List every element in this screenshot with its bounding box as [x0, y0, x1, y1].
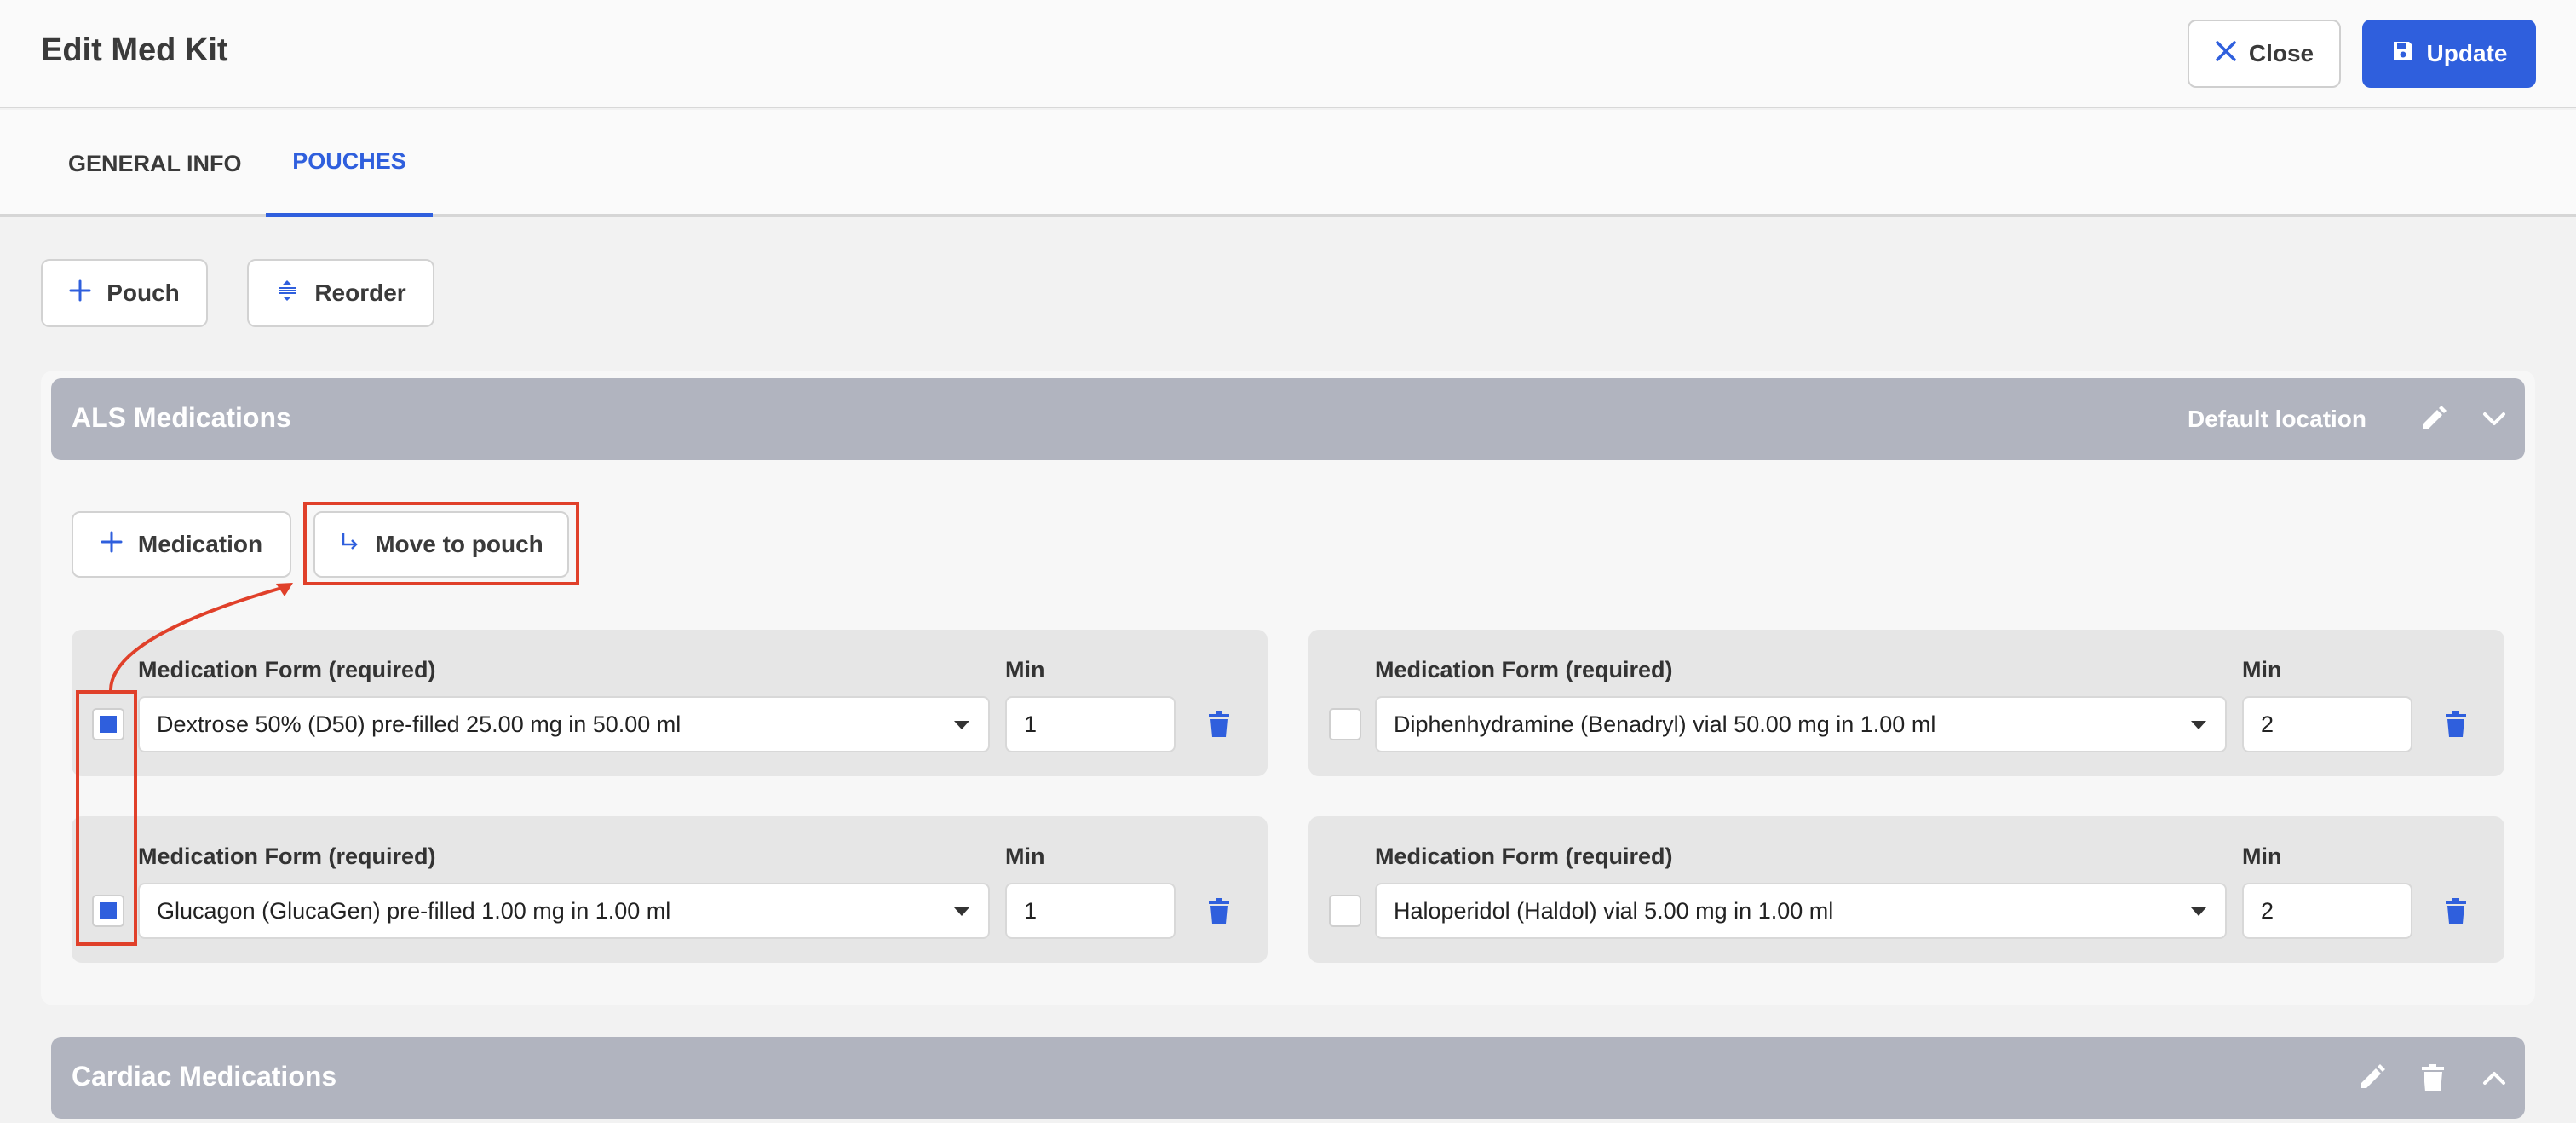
- pouch-header-cardiac[interactable]: Cardiac Medications: [51, 1037, 2525, 1119]
- medication-checkbox[interactable]: [92, 708, 124, 740]
- min-input[interactable]: 2: [2242, 883, 2412, 939]
- medication-form-select[interactable]: Glucagon (GlucaGen) pre-filled 1.00 mg i…: [138, 883, 990, 939]
- plus-icon: [101, 531, 123, 559]
- page-title: Edit Med Kit: [41, 32, 228, 68]
- page-header: Edit Med Kit Close Update: [0, 0, 2576, 108]
- close-button[interactable]: Close: [2188, 20, 2341, 88]
- medication-form-select[interactable]: Haloperidol (Haldol) vial 5.00 mg in 1.0…: [1375, 883, 2227, 939]
- medication-checkbox[interactable]: [1329, 895, 1361, 927]
- pouch-location: Default location: [2188, 406, 2367, 432]
- medication-form-select[interactable]: Diphenhydramine (Benadryl) vial 50.00 mg…: [1375, 696, 2227, 752]
- medication-form-value: Haloperidol (Haldol) vial 5.00 mg in 1.0…: [1394, 897, 1834, 924]
- medication-card: Medication Form (required) Dextrose 50% …: [72, 630, 1268, 776]
- medication-card: Medication Form (required) Haloperidol (…: [1308, 816, 2504, 963]
- min-input[interactable]: 2: [2242, 696, 2412, 752]
- tab-general-info-label: GENERAL INFO: [68, 150, 242, 176]
- dropdown-arrow-icon: [2191, 721, 2206, 729]
- pouch-header-als[interactable]: ALS Medications Default location: [51, 378, 2525, 460]
- trash-icon[interactable]: [2440, 708, 2472, 740]
- medication-form-value: Dextrose 50% (D50) pre-filled 25.00 mg i…: [157, 711, 681, 737]
- medication-form-select[interactable]: Dextrose 50% (D50) pre-filled 25.00 mg i…: [138, 696, 990, 752]
- tab-pouches-label: POUCHES: [292, 148, 406, 174]
- save-icon: [2391, 39, 2415, 69]
- add-medication-label: Medication: [137, 531, 263, 557]
- min-label: Min: [1005, 657, 1045, 682]
- min-label: Min: [2242, 657, 2282, 682]
- medication-form-label: Medication Form (required): [138, 844, 436, 869]
- update-button[interactable]: Update: [2362, 20, 2536, 88]
- tab-pouches[interactable]: POUCHES: [266, 110, 433, 217]
- medication-card: Medication Form (required) Diphenhydrami…: [1308, 630, 2504, 776]
- medication-form-value: Glucagon (GlucaGen) pre-filled 1.00 mg i…: [157, 897, 671, 924]
- min-input[interactable]: 1: [1005, 883, 1176, 939]
- dropdown-arrow-icon: [954, 907, 969, 916]
- tab-bar: GENERAL INFO POUCHES: [0, 110, 2576, 217]
- trash-icon[interactable]: [1203, 708, 1235, 740]
- add-medication-button[interactable]: Medication: [72, 511, 291, 578]
- close-icon: [2215, 40, 2237, 68]
- update-button-label: Update: [2426, 40, 2508, 66]
- medication-card: Medication Form (required) Glucagon (Glu…: [72, 816, 1268, 963]
- move-arrow-icon: [339, 531, 359, 559]
- reorder-icon: [275, 279, 299, 308]
- dropdown-arrow-icon: [2191, 907, 2206, 916]
- move-to-pouch-label: Move to pouch: [375, 531, 543, 557]
- medication-form-label: Medication Form (required): [1375, 844, 1673, 869]
- reorder-label: Reorder: [314, 279, 406, 306]
- min-input[interactable]: 1: [1005, 696, 1176, 752]
- min-label: Min: [2242, 844, 2282, 869]
- dropdown-arrow-icon: [954, 721, 969, 729]
- medication-form-label: Medication Form (required): [138, 657, 436, 682]
- pouch-title: Cardiac Medications: [72, 1061, 337, 1091]
- medication-checkbox[interactable]: [1329, 708, 1361, 740]
- add-pouch-label: Pouch: [106, 279, 180, 306]
- move-to-pouch-button[interactable]: Move to pouch: [313, 511, 569, 578]
- add-pouch-button[interactable]: Pouch: [41, 259, 208, 327]
- trash-icon[interactable]: [2416, 1061, 2450, 1095]
- chevron-down-icon[interactable]: [2477, 402, 2511, 436]
- plus-icon: [69, 279, 91, 308]
- pouch-title: ALS Medications: [72, 402, 291, 433]
- medication-form-value: Diphenhydramine (Benadryl) vial 50.00 mg…: [1394, 711, 1936, 737]
- chevron-up-icon[interactable]: [2477, 1061, 2511, 1095]
- trash-icon[interactable]: [2440, 895, 2472, 927]
- trash-icon[interactable]: [1203, 895, 1235, 927]
- medication-checkbox[interactable]: [92, 895, 124, 927]
- medication-form-label: Medication Form (required): [1375, 657, 1673, 682]
- reorder-button[interactable]: Reorder: [247, 259, 434, 327]
- pencil-icon[interactable]: [2355, 1061, 2389, 1095]
- min-label: Min: [1005, 844, 1045, 869]
- close-button-label: Close: [2248, 40, 2314, 66]
- pencil-icon[interactable]: [2416, 402, 2450, 436]
- tab-general-info[interactable]: GENERAL INFO: [41, 110, 262, 217]
